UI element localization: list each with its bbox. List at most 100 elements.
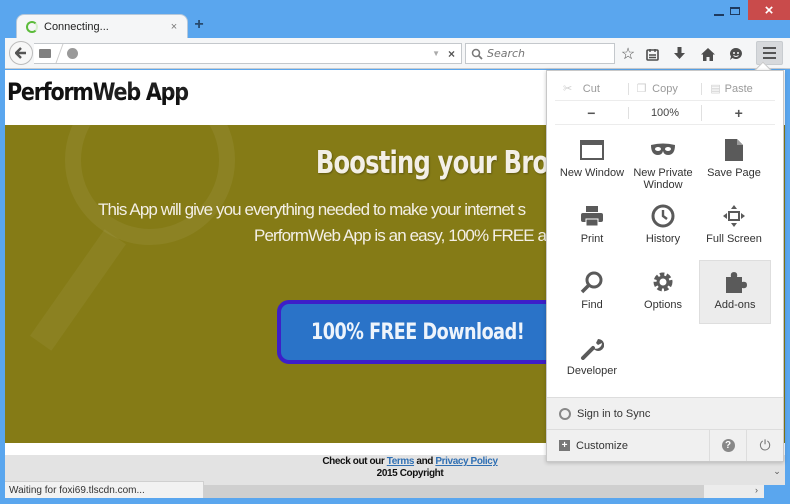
scroll-down-button[interactable]: ⌄ [770,466,784,480]
sign-in-to-sync-button[interactable]: Sign in to Sync [547,397,783,429]
menu-item-print[interactable]: Print [557,195,627,258]
footer-and: and [414,456,436,467]
home-icon [701,47,715,61]
menu-item-full-screen[interactable]: Full Screen [699,195,769,258]
history-clock-icon [651,204,675,228]
menu-item-label: New Private Window [633,167,693,191]
privacy-policy-link[interactable]: Privacy Policy [435,456,498,467]
edit-controls-row: ✂ Cut ❐ Copy ▤ Paste [555,77,775,101]
globe-icon [67,48,78,59]
arrow-left-icon [15,47,26,59]
maximize-icon [730,6,740,15]
dropdown-arrow-icon[interactable]: ▼ [432,49,440,58]
panel-footer: + Customize ? ⏻ [547,429,783,461]
cut-label: Cut [582,82,600,95]
search-bar[interactable] [465,43,615,64]
chat-icon [730,48,742,60]
minus-icon: − [587,104,596,121]
menu-item-label: New Window [559,167,625,179]
help-icon: ? [721,439,735,452]
home-button[interactable] [698,44,718,64]
add-ons-puzzle-icon [726,272,747,293]
identity-separator [55,44,64,63]
paste-button[interactable]: ▤ Paste [701,82,775,95]
tab-close-button[interactable]: × [167,21,181,33]
copy-button[interactable]: ❐ Copy [627,82,702,95]
clipboard-icon: ▤ [710,83,721,95]
menu-item-developer[interactable]: Developer [557,327,627,390]
new-window-icon [580,140,604,160]
menu-item-label: Add-ons [714,299,756,311]
search-input[interactable] [487,47,607,60]
footer-prefix: Check out our [322,456,387,467]
stop-loading-button[interactable]: × [448,47,455,61]
copy-label: Copy [652,82,678,95]
options-gear-icon [653,272,673,292]
menu-item-history[interactable]: History [628,195,698,258]
paste-label: Paste [724,82,753,95]
menu-item-new-private-window[interactable]: New Private Window [628,129,698,192]
zoom-controls-row: − 100% + [555,101,775,125]
menu-item-label: Save Page [707,167,761,179]
status-bar: Waiting for foxi69.tlscdn.com... [5,481,204,498]
menu-item-label: Find [581,299,603,311]
sign-in-label: Sign in to Sync [577,407,651,420]
scissors-icon: ✂ [563,83,573,95]
full-screen-icon [723,205,745,227]
tab-connecting[interactable]: Connecting... × [16,14,188,38]
free-download-button[interactable]: 100% FREE Download! [277,300,567,364]
menu-item-label: Developer [566,365,618,377]
print-icon [581,206,603,227]
url-input[interactable] [78,44,433,63]
menu-item-label: Options [644,299,682,311]
watermark-handle [30,229,126,351]
zoom-in-button[interactable]: + [701,104,775,121]
customize-button[interactable]: + Customize [547,430,709,461]
open-menu-button[interactable] [756,41,783,65]
copyright-text: 2015 Copyright [376,468,444,479]
url-bar[interactable]: ▼ × [34,43,462,64]
browser-window: × Connecting... × + ▼ × ☆ [0,0,790,504]
back-button[interactable] [9,41,33,65]
firefox-menu-panel: ✂ Cut ❐ Copy ▤ Paste − 100% + New Window Ne… [546,70,784,462]
menu-item-new-window[interactable]: New Window [557,129,627,192]
menu-item-options[interactable]: Options [628,261,698,324]
cut-button[interactable]: ✂ Cut [555,82,628,96]
hero-subtitle-line-2: PerformWeb App is an easy, 100% FREE a [254,226,547,245]
new-tab-button[interactable]: + [192,15,206,35]
bookmark-star-button[interactable]: ☆ [618,44,638,64]
hello-chat-button[interactable] [726,44,746,64]
close-icon: × [764,1,774,19]
chevron-right-icon: › [755,485,758,495]
scroll-right-button[interactable]: › [704,485,764,498]
terms-link[interactable]: Terms [387,456,415,467]
menu-item-label: Print [580,233,604,245]
maximize-button[interactable] [722,0,748,21]
hamburger-menu-icon [763,47,776,59]
menu-item-find[interactable]: Find [557,261,627,324]
copy-icon: ❐ [636,83,647,95]
search-icon [471,48,483,60]
reading-list-button[interactable] [642,44,662,64]
zoom-reset-button[interactable]: 100% [627,106,702,119]
download-button[interactable] [669,44,689,64]
developer-wrench-icon [581,338,604,360]
quit-button[interactable]: ⏻ [746,430,783,461]
save-page-icon [725,139,743,161]
customize-label: Customize [576,439,628,452]
menu-item-save-page[interactable]: Save Page [699,129,769,192]
help-button[interactable]: ? [709,430,746,461]
download-icon [673,47,685,59]
chevron-down-icon: ⌄ [773,466,781,476]
menu-item-add-ons[interactable]: Add-ons [699,260,771,324]
menu-item-label: Full Screen [706,233,762,245]
plus-icon: + [734,104,743,121]
private-mask-icon [651,143,675,155]
tab-title: Connecting... [44,20,109,33]
zoom-level: 100% [650,106,680,119]
close-window-button[interactable]: × [748,0,790,20]
zoom-out-button[interactable]: − [555,105,628,121]
sync-icon [559,407,571,420]
horizontal-scrollbar[interactable] [204,485,704,498]
navigation-toolbar: ▼ × ☆ [5,38,790,69]
